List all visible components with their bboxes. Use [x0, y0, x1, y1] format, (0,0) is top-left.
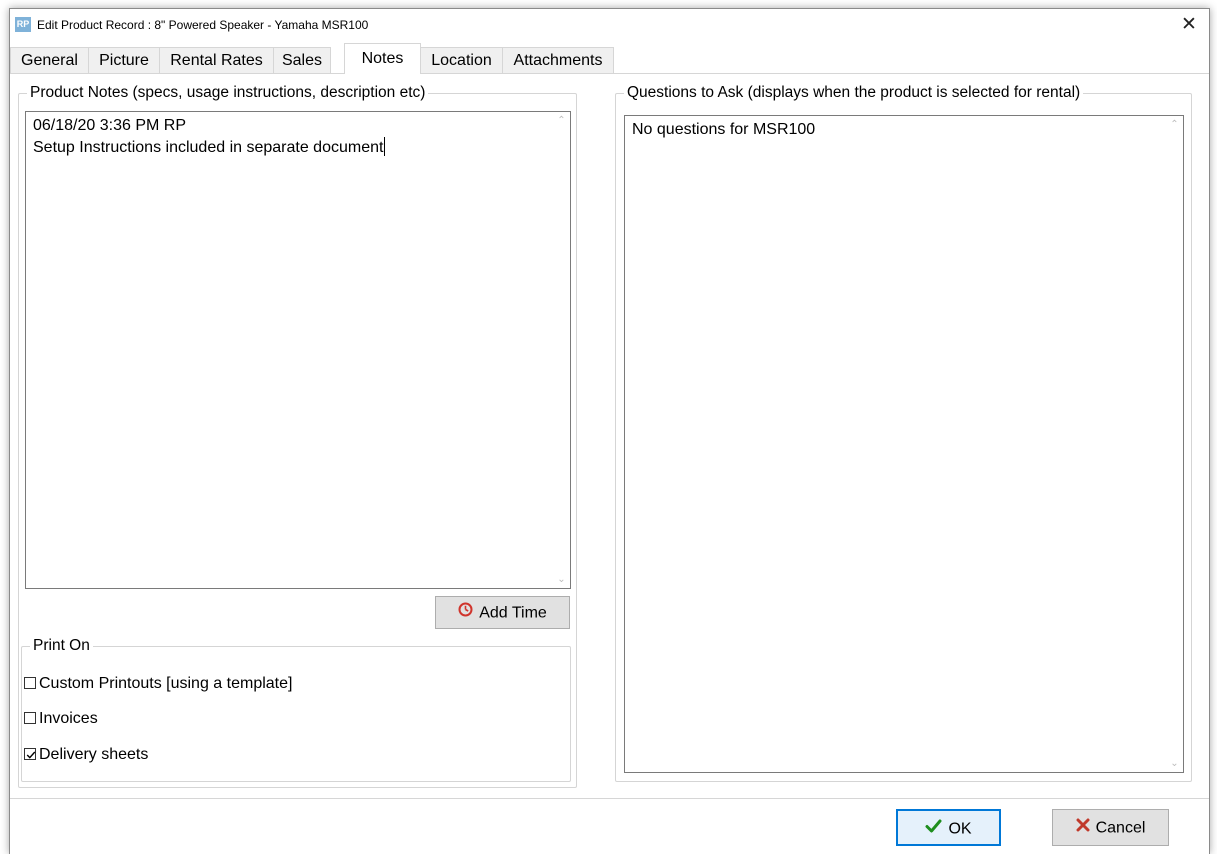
product-notes-legend: Product Notes (specs, usage instructions… — [30, 84, 426, 101]
text-caret — [384, 137, 386, 156]
delivery-sheets-label: Delivery sheets — [39, 746, 149, 763]
cancel-button[interactable]: Cancel — [1052, 809, 1169, 846]
ok-button[interactable]: OK — [896, 809, 1001, 846]
scroll-up-icon[interactable]: ⌃ — [1166, 116, 1183, 133]
notes-tab-panel: Product Notes (specs, usage instructions… — [10, 73, 1209, 799]
add-time-label: Add Time — [479, 604, 547, 622]
scroll-down-icon[interactable]: ⌄ — [553, 571, 570, 588]
print-on-legend: Print On — [33, 637, 90, 654]
tab-notes[interactable]: Notes — [344, 43, 421, 74]
custom-printouts-option[interactable]: Custom Printouts [using a template] — [24, 675, 292, 693]
delivery-sheets-option[interactable]: Delivery sheets — [24, 746, 148, 764]
add-time-button[interactable]: Add Time — [435, 596, 570, 629]
title-bar: RP Edit Product Record : 8" Powered Spea… — [10, 9, 1209, 40]
ok-label: OK — [948, 820, 972, 838]
close-button[interactable]: ✕ — [1169, 9, 1209, 40]
questions-text: No questions for MSR100 — [632, 121, 816, 138]
tab-location[interactable]: Location — [420, 47, 503, 73]
checkmark-icon — [26, 751, 36, 759]
tab-attachments[interactable]: Attachments — [502, 47, 614, 73]
notes-line-2: Setup Instructions included in separate … — [33, 139, 384, 156]
checkmark-icon — [925, 811, 942, 846]
questions-scrollbar[interactable]: ⌃ ⌄ — [1166, 116, 1183, 772]
clock-icon — [458, 597, 473, 628]
delivery-sheets-checkbox[interactable] — [24, 748, 36, 760]
tab-sales[interactable]: Sales — [273, 47, 331, 73]
invoices-checkbox[interactable] — [24, 712, 36, 724]
cancel-label: Cancel — [1095, 819, 1146, 837]
notes-line-1: 06/18/20 3:36 PM RP — [33, 117, 186, 134]
custom-printouts-checkbox[interactable] — [24, 677, 36, 689]
notes-scrollbar[interactable]: ⌃ ⌄ — [553, 112, 570, 588]
invoices-option[interactable]: Invoices — [24, 710, 98, 728]
questions-textarea[interactable]: No questions for MSR100 ⌃ ⌄ — [624, 115, 1184, 773]
scroll-up-icon[interactable]: ⌃ — [553, 112, 570, 129]
window-title: Edit Product Record : 8" Powered Speaker… — [37, 18, 369, 32]
app-icon: RP — [15, 17, 31, 32]
questions-legend: Questions to Ask (displays when the prod… — [627, 84, 1081, 101]
invoices-label: Invoices — [39, 710, 98, 727]
tab-bar: General Picture Rental Rates Sales Notes… — [10, 43, 650, 74]
edit-product-dialog: RP Edit Product Record : 8" Powered Spea… — [9, 8, 1210, 854]
scroll-down-icon[interactable]: ⌄ — [1166, 755, 1183, 772]
tab-general[interactable]: General — [10, 47, 89, 73]
product-notes-textarea[interactable]: 06/18/20 3:36 PM RP Setup Instructions i… — [25, 111, 571, 589]
tab-rental-rates[interactable]: Rental Rates — [159, 47, 274, 73]
custom-printouts-label: Custom Printouts [using a template] — [39, 675, 293, 692]
tab-picture[interactable]: Picture — [88, 47, 160, 73]
x-icon — [1076, 810, 1090, 845]
